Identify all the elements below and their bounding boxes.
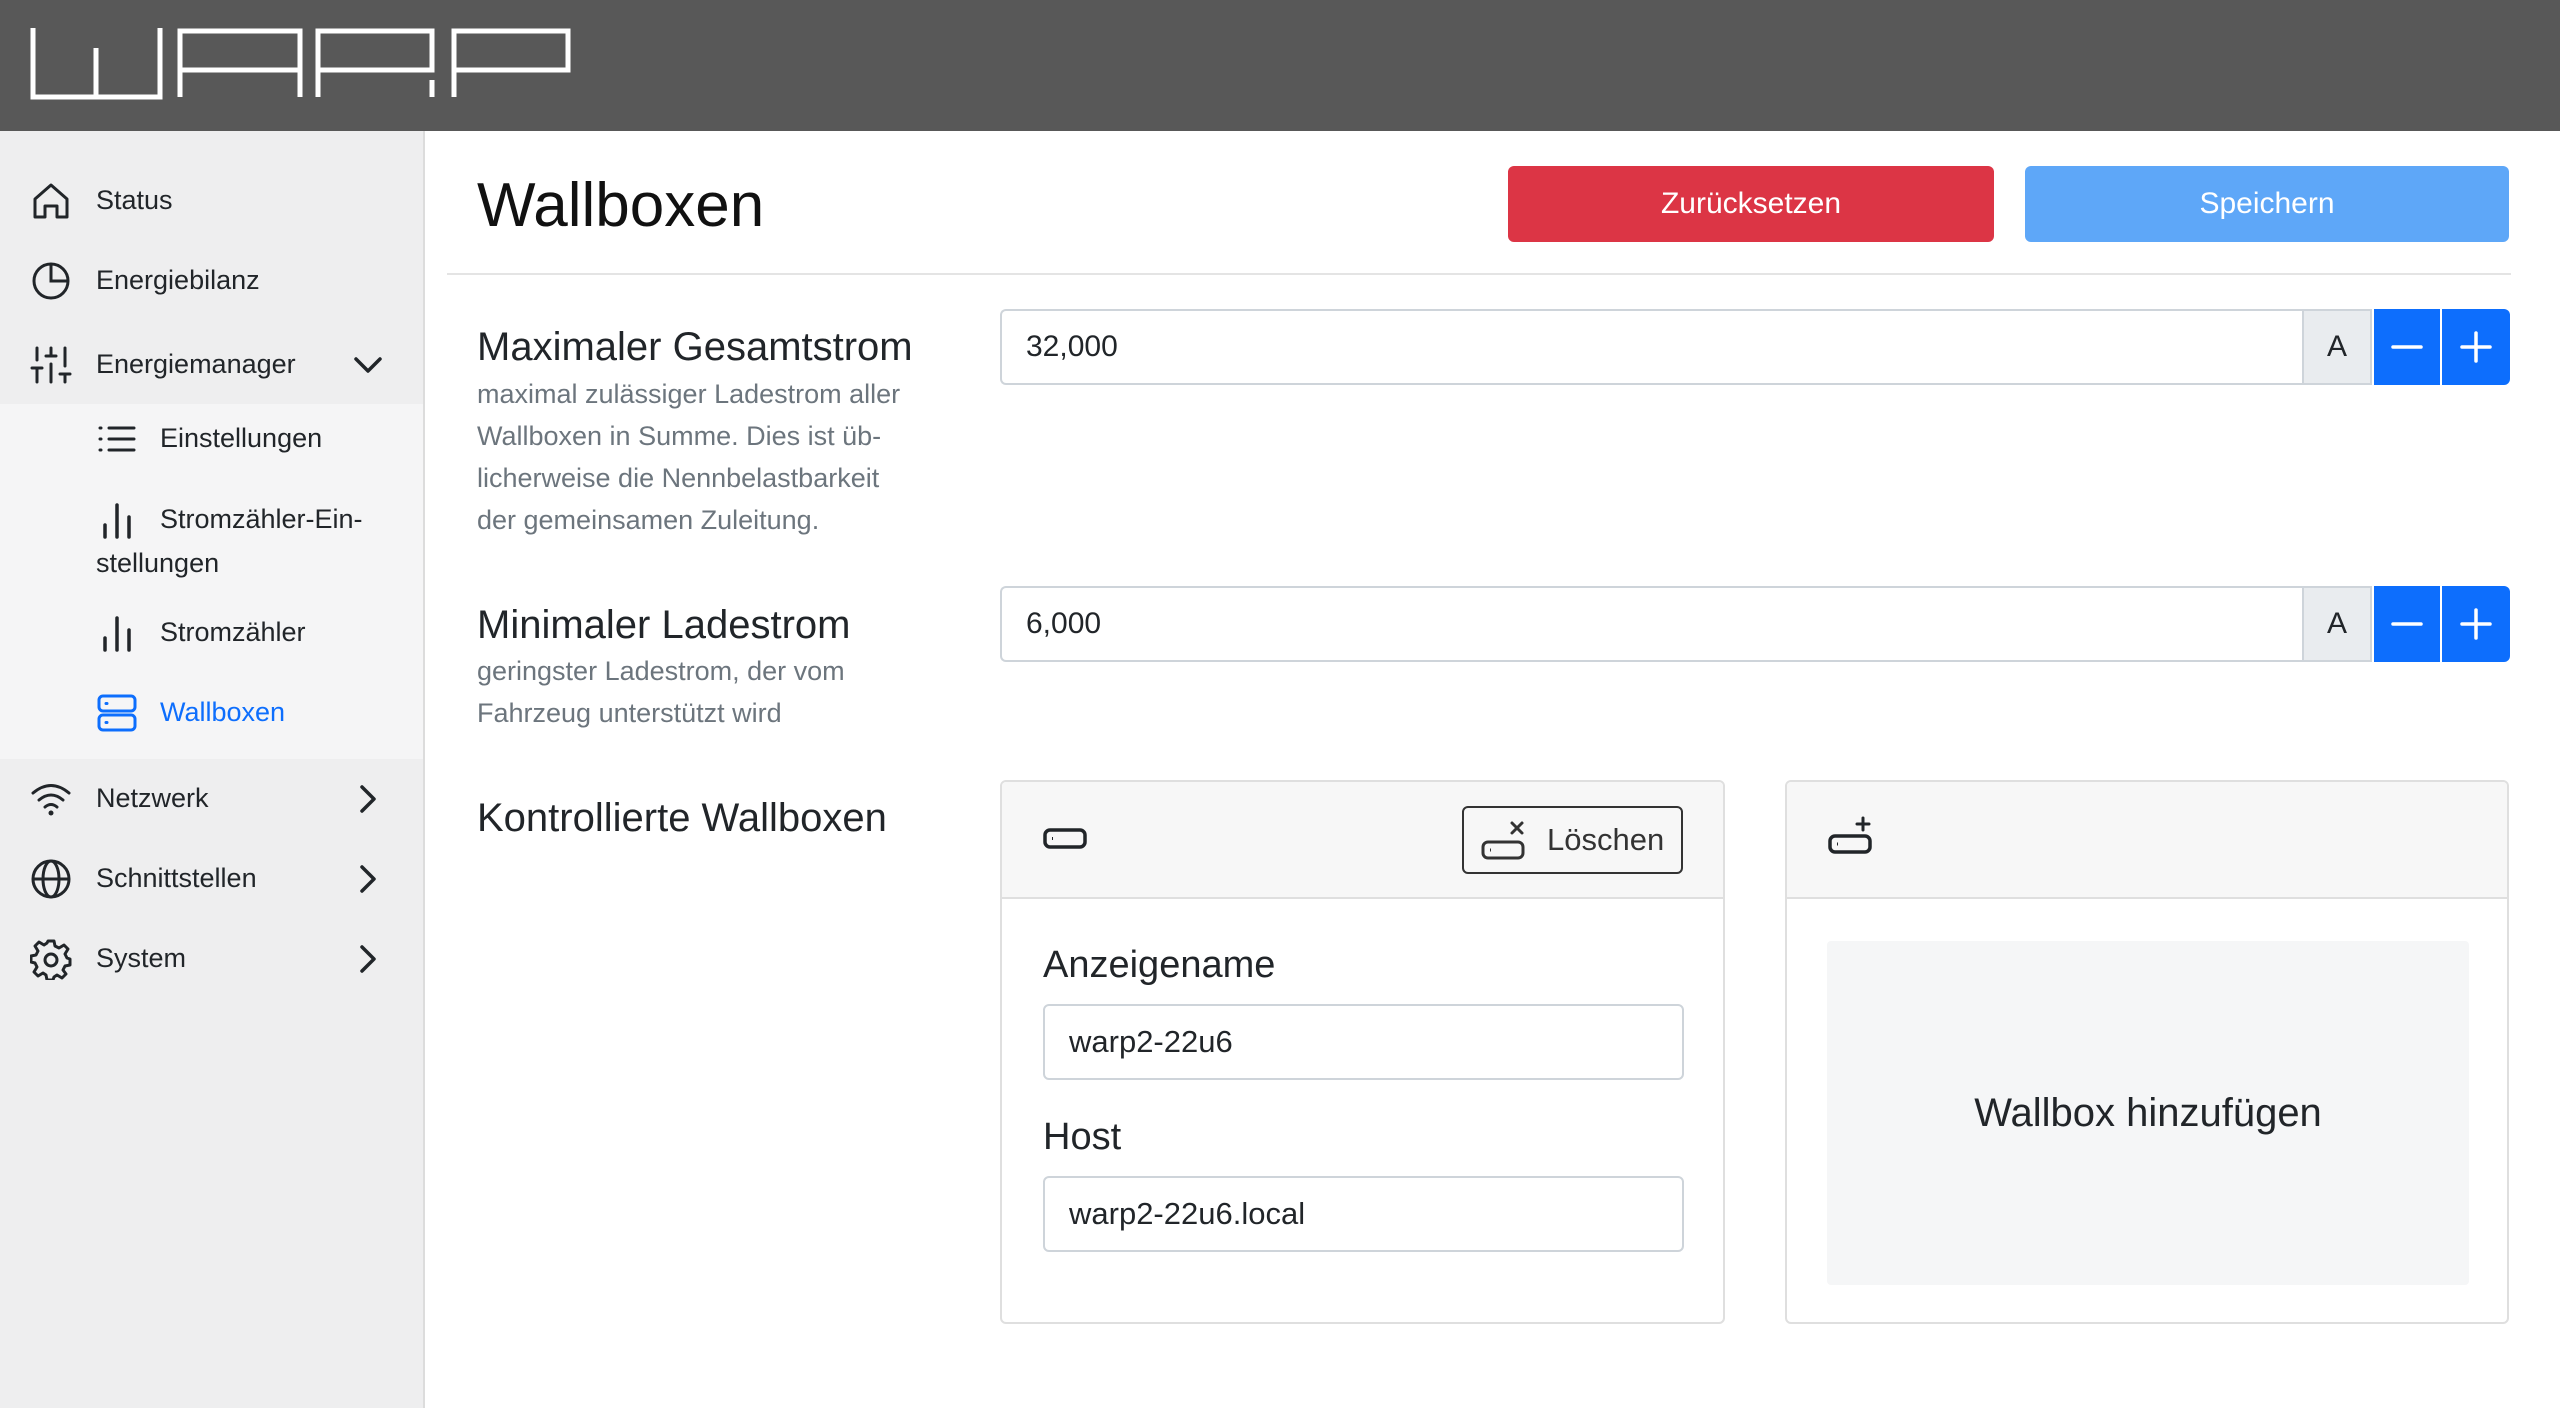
help-line: geringster Ladestrom, der vom	[477, 656, 845, 686]
reset-button[interactable]: Zurücksetzen	[1508, 166, 1994, 242]
card-header	[1787, 782, 2507, 899]
card-header: Löschen	[1002, 782, 1723, 899]
sidebar-item-system[interactable]: System	[0, 923, 423, 993]
plus-icon	[2460, 608, 2492, 640]
display-name-label: Anzeigename	[1043, 944, 1276, 986]
sidebar-item-label: Wallboxen	[160, 697, 286, 727]
host-label: Host	[1043, 1116, 1122, 1158]
sliders-icon	[30, 346, 72, 384]
sidebar-item-status[interactable]: Status	[0, 165, 423, 235]
bar-chart-icon	[103, 503, 131, 539]
sidebar-item-label: Stromzähler	[160, 617, 306, 647]
globe-icon	[31, 859, 71, 899]
sidebar-item-label: Einstellungen	[160, 423, 323, 453]
controlled-wallboxes-label: Kontrollierte Wallboxen	[477, 796, 887, 840]
sidebar-item-label: Energiebilanz	[96, 265, 260, 295]
sidebar-item-stromzaehler[interactable]: Stromzähler	[0, 597, 423, 667]
min-current-input[interactable]: 6,000	[1000, 586, 2302, 662]
sidebar-item-label: System	[96, 943, 187, 973]
min-current-help: geringster Ladestrom, der vom Fahrzeug u…	[477, 650, 947, 734]
warp-logo[interactable]	[30, 28, 572, 100]
save-button[interactable]: Speichern	[2025, 166, 2509, 242]
sidebar-item-label-text: Stromzähler-Ein-stellungen	[96, 501, 363, 581]
max-current-stepper: 32,000 A	[1000, 309, 2510, 385]
unit-label: A	[2302, 309, 2372, 385]
home-icon	[33, 183, 69, 219]
bar-chart-icon	[103, 616, 131, 652]
max-current-label: Maximaler Gesamtstrom	[477, 325, 913, 369]
minus-icon	[2391, 345, 2423, 349]
pie-chart-icon	[32, 262, 70, 300]
host-input[interactable]: warp2-22u6.local	[1043, 1176, 1684, 1252]
delete-button[interactable]: Löschen	[1462, 806, 1683, 874]
display-name-input[interactable]: warp2-22u6	[1043, 1004, 1684, 1080]
wifi-icon	[31, 784, 71, 816]
chevron-right-icon	[360, 785, 376, 813]
label-line: Stromzähler-Ein-	[160, 504, 363, 534]
help-line: Fahrzeug unterstützt wird	[477, 698, 782, 728]
wallbox-add-icon	[1828, 816, 1872, 854]
help-line: der gemeinsamen Zuleitung.	[477, 505, 820, 535]
max-current-input[interactable]: 32,000	[1000, 309, 2302, 385]
minus-icon	[2391, 622, 2423, 626]
page-title: Wallboxen	[477, 171, 765, 240]
help-line: Wallboxen in Summe. Dies ist üb-	[477, 421, 882, 451]
header-divider	[447, 273, 2511, 275]
sidebar-item-label: Energiemanager	[96, 349, 296, 379]
increment-button[interactable]	[2440, 586, 2510, 662]
sidebar-item-label: Status	[96, 185, 173, 215]
top-bar	[0, 0, 2560, 131]
sidebar-item-netzwerk[interactable]: Netzwerk	[0, 763, 423, 833]
chevron-right-icon	[360, 945, 376, 973]
list-icon	[98, 426, 136, 452]
unit-label: A	[2302, 586, 2372, 662]
server-icon	[97, 694, 137, 732]
min-current-label: Minimaler Ladestrom	[477, 603, 851, 647]
sidebar-item-label: Schnittstellen	[96, 863, 257, 893]
min-current-stepper: 6,000 A	[1000, 586, 2510, 662]
gear-icon	[30, 939, 72, 980]
help-line: maximal zulässiger Ladestrom aller	[477, 379, 901, 409]
add-wallbox-card: Wallbox hinzufügen	[1785, 780, 2509, 1324]
decrement-button[interactable]	[2372, 586, 2440, 662]
chevron-right-icon	[360, 865, 376, 893]
delete-label: Löschen	[1547, 822, 1665, 857]
sidebar: Status Energiebilanz Energiemanager Eins…	[0, 131, 425, 1408]
sidebar-item-einstellungen[interactable]: Einstellungen	[0, 403, 423, 473]
sidebar-item-energiemanager[interactable]: Energiemanager	[0, 329, 423, 399]
increment-button[interactable]	[2440, 309, 2510, 385]
add-wallbox-button[interactable]: Wallbox hinzufügen	[1827, 941, 2469, 1285]
chevron-down-icon	[354, 357, 382, 373]
wallbox-remove-icon	[1481, 821, 1525, 860]
sidebar-item-stromzaehler-einstellungen[interactable]: Stromzähler-Ein-stellungen	[0, 483, 423, 583]
decrement-button[interactable]	[2372, 309, 2440, 385]
sidebar-item-energiebilanz[interactable]: Energiebilanz	[0, 245, 423, 315]
sidebar-item-schnittstellen[interactable]: Schnittstellen	[0, 843, 423, 913]
help-line: licherweise die Nennbelastbarkeit	[477, 463, 880, 493]
wallbox-card: Löschen Anzeigename warp2-22u6 Host warp…	[1000, 780, 1725, 1324]
wallbox-icon	[1043, 828, 1087, 849]
sidebar-item-label: Netzwerk	[96, 783, 209, 813]
sidebar-item-label: Stromzähler-Ein-stellungen	[96, 501, 363, 581]
sidebar-item-wallboxen[interactable]: Wallboxen	[0, 677, 423, 747]
max-current-help: maximal zulässiger Ladestrom aller Wallb…	[477, 373, 947, 541]
label-line: stellungen	[96, 548, 220, 578]
plus-icon	[2460, 331, 2492, 363]
